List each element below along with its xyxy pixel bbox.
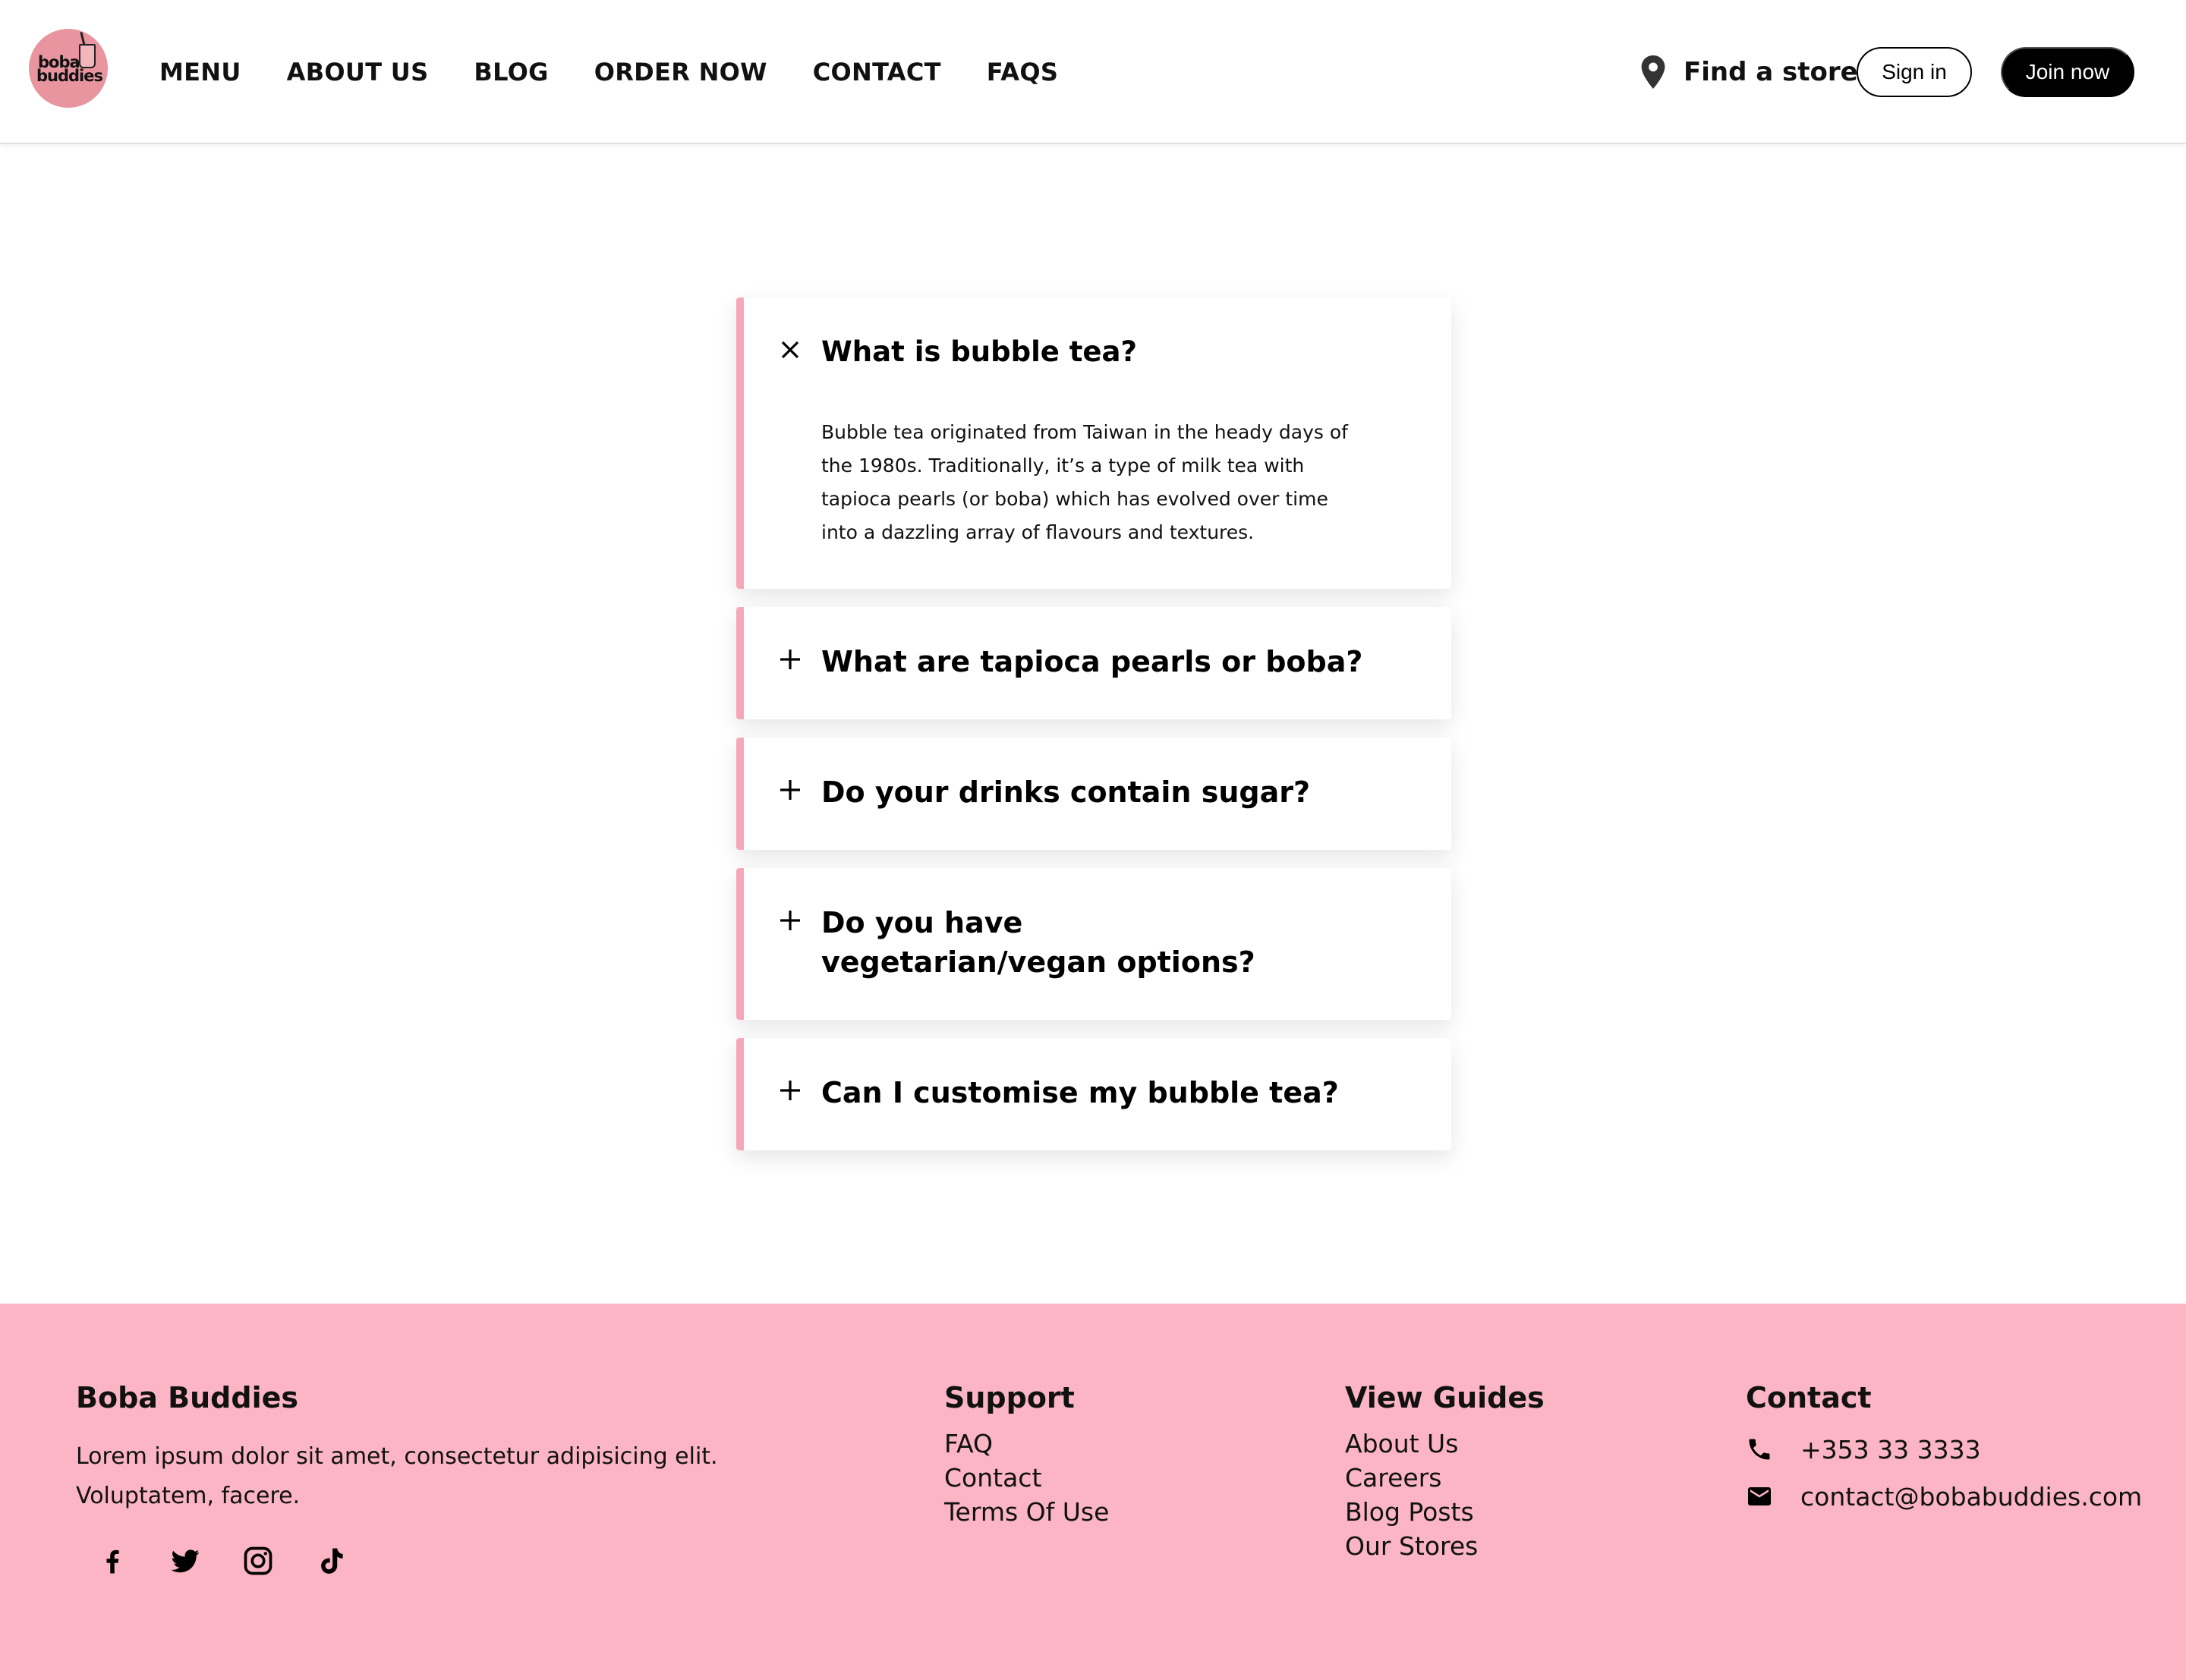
footer-contact-column: Contact +353 33 3333 contact@bobabuddies… <box>1746 1381 2142 1519</box>
find-store-link[interactable]: Find a store <box>1640 0 1858 144</box>
contact-email: contact@bobabuddies.com <box>1800 1481 2143 1512</box>
nav-item-blog[interactable]: BLOG <box>474 58 548 87</box>
email-icon <box>1748 1487 1771 1505</box>
tiktok-icon[interactable] <box>295 1536 367 1586</box>
faq-question: What are tapioca pearls or boba? <box>821 645 1363 678</box>
plus-icon[interactable] <box>779 648 802 671</box>
footer-link-terms-of-use[interactable]: Terms Of Use <box>944 1495 1109 1529</box>
phone-icon <box>1749 1439 1770 1460</box>
faq-question: Do you have vegetarian/vegan options? <box>821 906 1255 979</box>
faq-item[interactable]: Do you have vegetarian/vegan options? <box>736 868 1451 1020</box>
footer-link-blog-posts[interactable]: Blog Posts <box>1345 1495 1545 1529</box>
contact-email-row[interactable]: contact@bobabuddies.com <box>1746 1474 2142 1519</box>
faq-item[interactable]: What are tapioca pearls or boba? <box>736 607 1451 719</box>
social-links <box>76 1536 759 1586</box>
footer-description: Lorem ipsum dolor sit amet, consectetur … <box>76 1443 718 1509</box>
logo-text-buddies: buddies <box>36 67 103 85</box>
join-now-button[interactable]: Join now <box>2001 47 2134 97</box>
instagram-icon[interactable] <box>222 1536 295 1586</box>
faq-answer: Bubble tea originated from Taiwan in the… <box>821 421 1348 543</box>
nav-item-menu[interactable]: MENU <box>159 58 241 87</box>
facebook-icon[interactable] <box>76 1536 149 1586</box>
site-header: boba buddies MENU ABOUT US BLOG ORDER NO… <box>0 0 2186 144</box>
footer-brand-title: Boba Buddies <box>76 1381 298 1414</box>
footer-link-faq[interactable]: FAQ <box>944 1427 1109 1461</box>
sign-in-button[interactable]: Sign in <box>1857 47 1972 97</box>
footer-support-title: Support <box>944 1381 1075 1414</box>
faq-accordion: What is bubble tea? Bubble tea originate… <box>736 297 1451 1169</box>
footer-guides-title: View Guides <box>1345 1381 1545 1414</box>
close-icon[interactable] <box>779 338 802 361</box>
faq-item-expanded[interactable]: What is bubble tea? Bubble tea originate… <box>736 297 1451 589</box>
plus-icon[interactable] <box>779 1079 802 1102</box>
plus-icon[interactable] <box>779 779 802 801</box>
footer-link-contact[interactable]: Contact <box>944 1461 1109 1495</box>
nav-item-about-us[interactable]: ABOUT US <box>287 58 429 87</box>
footer-support-column: Support FAQ Contact Terms Of Use <box>944 1381 1109 1529</box>
footer-guides-links: About Us Careers Blog Posts Our Stores <box>1345 1427 1545 1563</box>
footer-guides-column: View Guides About Us Careers Blog Posts … <box>1345 1381 1545 1563</box>
nav-item-faqs[interactable]: FAQS <box>987 58 1058 87</box>
twitter-icon[interactable] <box>149 1536 222 1586</box>
footer-contact-title: Contact <box>1746 1381 1872 1414</box>
footer-link-about-us[interactable]: About Us <box>1345 1427 1545 1461</box>
boba-buddies-logo[interactable]: boba buddies <box>29 29 108 108</box>
site-footer: Boba Buddies Lorem ipsum dolor sit amet,… <box>0 1304 2186 1680</box>
contact-phone-row[interactable]: +353 33 3333 <box>1746 1427 2142 1472</box>
nav-item-contact[interactable]: CONTACT <box>813 58 941 87</box>
plus-icon[interactable] <box>779 909 802 932</box>
faq-question: Do your drinks contain sugar? <box>821 776 1311 809</box>
faq-item[interactable]: Do your drinks contain sugar? <box>736 738 1451 850</box>
footer-link-careers[interactable]: Careers <box>1345 1461 1545 1495</box>
contact-phone: +353 33 3333 <box>1800 1434 1981 1464</box>
find-store-label: Find a store <box>1684 57 1858 87</box>
faq-item[interactable]: Can I customise my bubble tea? <box>736 1038 1451 1150</box>
footer-brand-column: Boba Buddies Lorem ipsum dolor sit amet,… <box>76 1381 759 1586</box>
main-nav: MENU ABOUT US BLOG ORDER NOW CONTACT FAQ… <box>159 0 1104 144</box>
nav-item-order-now[interactable]: ORDER NOW <box>594 58 767 87</box>
logo-cup-icon <box>79 44 96 68</box>
location-pin-icon <box>1641 55 1665 89</box>
footer-link-our-stores[interactable]: Our Stores <box>1345 1529 1545 1563</box>
faq-question: What is bubble tea? <box>821 335 1137 368</box>
footer-support-links: FAQ Contact Terms Of Use <box>944 1427 1109 1529</box>
faq-question: Can I customise my bubble tea? <box>821 1076 1339 1109</box>
